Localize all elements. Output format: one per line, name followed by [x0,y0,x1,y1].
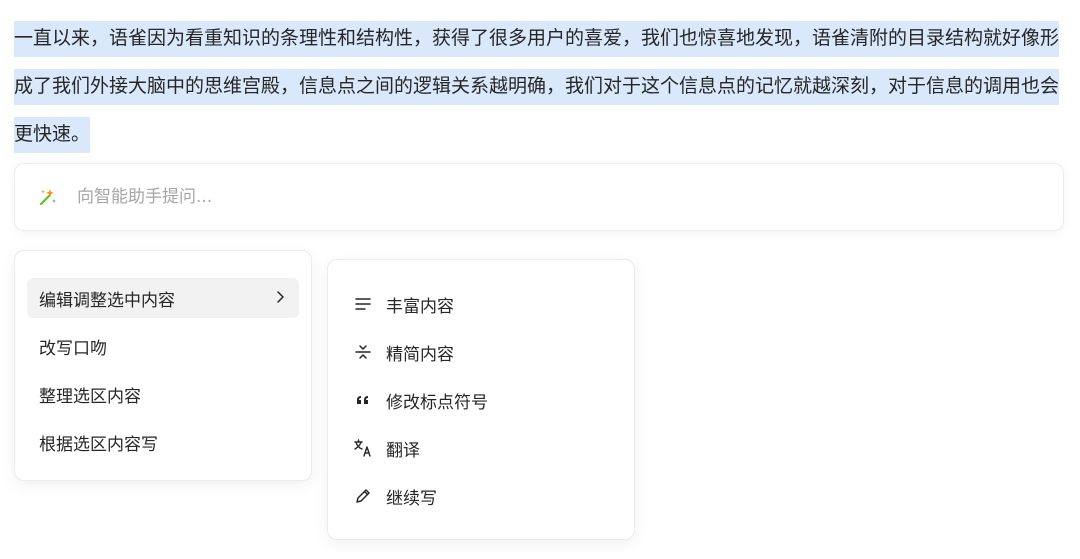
align-lines-icon [352,293,374,315]
submenu-item-label: 精简内容 [386,344,454,365]
submenu-item-enrich[interactable]: 丰富内容 [340,284,622,324]
menu-item-label: 改写口吻 [39,338,107,359]
submenu-item-label: 修改标点符号 [386,392,488,413]
ai-prompt-input[interactable] [75,186,979,208]
submenu-item-label: 丰富内容 [386,296,454,317]
selected-text[interactable]: 一直以来，语雀因为看重知识的条理性和结构性，获得了很多用户的喜爱，我们也惊喜地发… [14,21,1060,153]
menu-item-label: 整理选区内容 [39,386,141,407]
magic-wand-icon [35,184,61,210]
editor-page: 一直以来，语雀因为看重知识的条理性和结构性，获得了很多用户的喜爱，我们也惊喜地发… [0,0,1080,559]
submenu-item-punctuation[interactable]: 修改标点符号 [340,380,622,420]
submenu-item-translate[interactable]: 翻译 [340,428,622,468]
quote-icon [352,389,374,411]
menu-item-label: 编辑调整选中内容 [39,290,175,311]
ai-assistant-bar[interactable] [14,163,1064,231]
menu-item-label: 根据选区内容写 [39,434,158,455]
submenu-item-simplify[interactable]: 精简内容 [340,332,622,372]
submenu-item-label: 继续写 [386,488,437,509]
compress-icon [352,341,374,363]
menu-item-organize-selection[interactable]: 整理选区内容 [27,374,299,414]
menu-item-write-from-selection[interactable]: 根据选区内容写 [27,422,299,462]
context-menu: 编辑调整选中内容 改写口吻 整理选区内容 根据选区内容写 [14,250,312,481]
chevron-right-icon [273,289,287,308]
translate-icon [352,437,374,459]
menu-item-rewrite-tone[interactable]: 改写口吻 [27,326,299,366]
pencil-icon [352,485,374,507]
menu-item-edit-selection[interactable]: 编辑调整选中内容 [27,278,299,318]
submenu-item-continue-writing[interactable]: 继续写 [340,476,622,516]
edit-submenu: 丰富内容 精简内容 修改标点符号 翻译 继续写 [327,259,635,540]
submenu-item-label: 翻译 [386,440,420,461]
document-paragraph[interactable]: 一直以来，语雀因为看重知识的条理性和结构性，获得了很多用户的喜爱，我们也惊喜地发… [14,14,1064,158]
